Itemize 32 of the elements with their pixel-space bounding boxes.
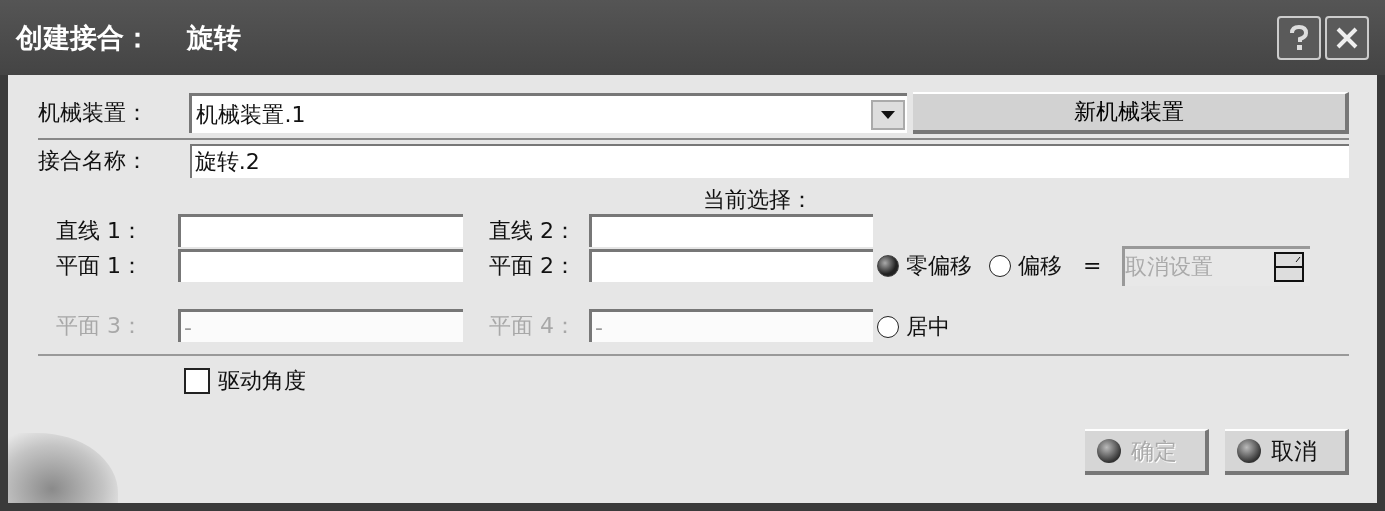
checkbox[interactable] bbox=[184, 368, 210, 394]
field-label: 直线 2： bbox=[488, 216, 577, 245]
joint-name-field[interactable]: 旋转.2 bbox=[189, 144, 1349, 178]
radio-label[interactable]: 零偏移 bbox=[906, 250, 972, 281]
selection-field[interactable] bbox=[589, 249, 873, 282]
radio-button[interactable] bbox=[989, 254, 1011, 277]
selection-field[interactable] bbox=[589, 214, 873, 247]
close-button[interactable] bbox=[1325, 15, 1369, 60]
equals-sign: = bbox=[1083, 253, 1102, 278]
cancel-button[interactable]: 取消 bbox=[1225, 429, 1349, 475]
field-label: 平面 2： bbox=[488, 251, 577, 280]
field-label: 直线 1： bbox=[55, 216, 144, 245]
radio-button[interactable] bbox=[877, 316, 899, 338]
radio-button[interactable] bbox=[877, 254, 899, 277]
mechanism-dropdown[interactable]: 机械装置.1 bbox=[189, 93, 908, 133]
window-subtitle: 旋转 bbox=[187, 20, 241, 55]
field-label: 平面 4： bbox=[488, 311, 577, 340]
selection-field[interactable] bbox=[178, 249, 463, 282]
field-label: 接合名称： bbox=[37, 147, 149, 175]
checkbox-label[interactable]: 驱动角度 bbox=[218, 366, 306, 396]
selection-field[interactable] bbox=[178, 214, 463, 247]
help-button[interactable] bbox=[1277, 15, 1321, 60]
radio-label[interactable]: 居中 bbox=[906, 312, 950, 342]
field-label: 机械装置： bbox=[37, 99, 149, 127]
new-mechanism-button[interactable]: 新机械装置 bbox=[913, 92, 1349, 134]
window-title: 创建接合： bbox=[16, 20, 151, 55]
field-label: 平面 1： bbox=[55, 251, 144, 280]
field-label: 平面 3： bbox=[55, 311, 144, 340]
help-icon bbox=[1288, 24, 1310, 51]
close-icon bbox=[1335, 25, 1359, 50]
section-heading: 当前选择： bbox=[701, 186, 814, 214]
radio-label[interactable]: 偏移 bbox=[1018, 250, 1062, 281]
